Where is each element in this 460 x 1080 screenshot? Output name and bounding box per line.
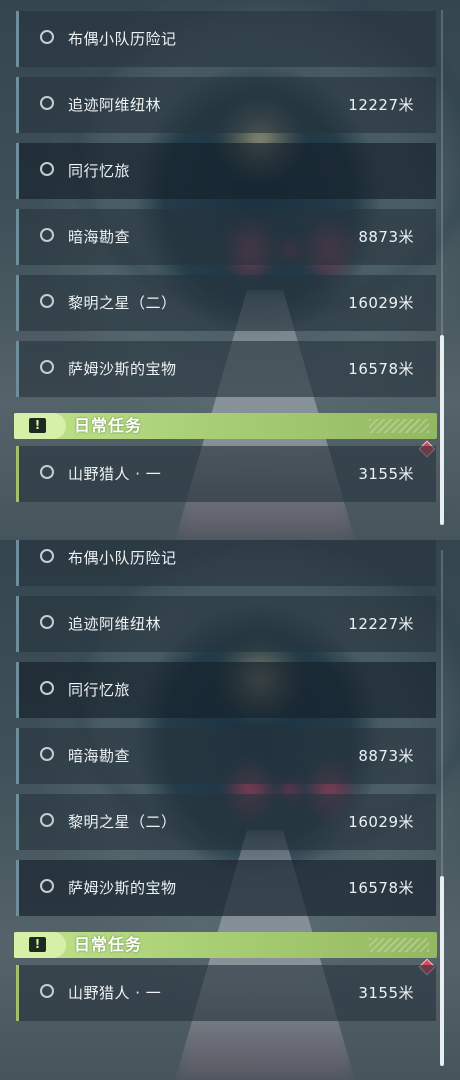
daily-badge: ! <box>14 413 66 439</box>
quest-name: 同行忆旅 <box>68 162 131 180</box>
header-stripes-decoration <box>369 419 429 433</box>
quest-status-circle-icon <box>40 228 54 242</box>
daily-quests-title: 日常任务 <box>74 416 143 435</box>
exclamation-icon: ! <box>29 937 46 952</box>
header-stripes-decoration <box>369 938 429 952</box>
scrollbar-thumb[interactable] <box>440 876 444 1066</box>
quest-status-circle-icon <box>40 360 54 374</box>
quest-status-circle-icon <box>40 813 54 827</box>
quest-distance: 12227米 <box>348 615 414 633</box>
quest-name: 同行忆旅 <box>68 681 131 699</box>
quest-name: 暗海勘查 <box>68 228 131 246</box>
quest-distance: 12227米 <box>348 96 414 114</box>
quest-row[interactable]: 追迹阿维纽林 12227米 <box>16 77 436 133</box>
quest-status-circle-icon <box>40 294 54 308</box>
daily-badge: ! <box>14 932 66 958</box>
quest-distance: 8873米 <box>358 747 414 765</box>
quest-row[interactable]: 追迹阿维纽林 12227米 <box>16 596 436 652</box>
daily-quests-header[interactable]: ! 日常任务 <box>14 932 437 958</box>
quest-row[interactable]: 同行忆旅 <box>16 662 436 718</box>
quest-name: 暗海勘查 <box>68 747 131 765</box>
quest-row[interactable]: 同行忆旅 <box>16 143 436 199</box>
quest-distance: 8873米 <box>358 228 414 246</box>
quest-row[interactable]: 布偶小队历险记 <box>16 11 436 67</box>
quest-name: 山野猎人 · 一 <box>68 465 162 483</box>
daily-quest-row[interactable]: 山野猎人 · 一 3155米 <box>16 446 436 502</box>
quest-status-circle-icon <box>40 879 54 893</box>
quest-name: 布偶小队历险记 <box>68 549 177 567</box>
quest-name: 黎明之星（二） <box>68 294 177 312</box>
quest-status-circle-icon <box>40 549 54 563</box>
quest-distance: 16578米 <box>348 360 414 378</box>
quest-row[interactable]: 暗海勘查 8873米 <box>16 209 436 265</box>
quest-list-panel: 布偶小队历险记 追迹阿维纽林 12227米 同行忆旅 暗海勘查 8873米 黎明… <box>0 0 460 540</box>
quest-name: 黎明之星（二） <box>68 813 177 831</box>
quest-name: 萨姆沙斯的宝物 <box>68 360 177 378</box>
quest-status-circle-icon <box>40 747 54 761</box>
quest-name: 追迹阿维纽林 <box>68 96 162 114</box>
quest-status-circle-icon <box>40 984 54 998</box>
quest-row[interactable]: 萨姆沙斯的宝物 16578米 <box>16 341 436 397</box>
quest-name: 追迹阿维纽林 <box>68 615 162 633</box>
quest-row[interactable]: 黎明之星（二） 16029米 <box>16 275 436 331</box>
quest-status-circle-icon <box>40 681 54 695</box>
quest-status-circle-icon <box>40 162 54 176</box>
quest-status-circle-icon <box>40 30 54 44</box>
quest-status-circle-icon <box>40 615 54 629</box>
daily-quests-header[interactable]: ! 日常任务 <box>14 413 437 439</box>
quest-status-circle-icon <box>40 465 54 479</box>
quest-name: 山野猎人 · 一 <box>68 984 162 1002</box>
quest-distance: 16029米 <box>348 813 414 831</box>
scrollbar-thumb[interactable] <box>440 335 444 525</box>
quest-distance: 16578米 <box>348 879 414 897</box>
quest-name: 布偶小队历险记 <box>68 30 177 48</box>
quest-distance: 3155米 <box>358 984 414 1002</box>
daily-quests-title: 日常任务 <box>74 935 143 954</box>
quest-row[interactable]: 萨姆沙斯的宝物 16578米 <box>16 860 436 916</box>
quest-list-panel: 布偶小队历险记 追迹阿维纽林 12227米 同行忆旅 暗海勘查 8873米 黎明… <box>0 540 460 1080</box>
quest-distance: 16029米 <box>348 294 414 312</box>
exclamation-icon: ! <box>29 418 46 433</box>
quest-row[interactable]: 布偶小队历险记 <box>16 540 436 586</box>
daily-quest-row[interactable]: 山野猎人 · 一 3155米 <box>16 965 436 1021</box>
quest-distance: 3155米 <box>358 465 414 483</box>
quest-name: 萨姆沙斯的宝物 <box>68 879 177 897</box>
quest-row[interactable]: 暗海勘查 8873米 <box>16 728 436 784</box>
quest-row[interactable]: 黎明之星（二） 16029米 <box>16 794 436 850</box>
quest-status-circle-icon <box>40 96 54 110</box>
